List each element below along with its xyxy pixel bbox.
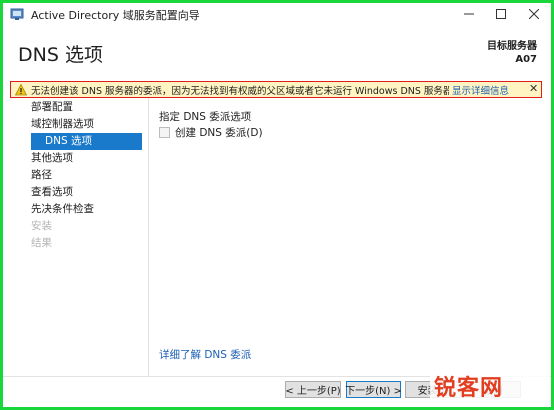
maximize-icon [495,9,506,19]
close-icon [528,9,539,19]
minimize-icon [463,13,474,15]
warning-icon [15,84,27,96]
maximize-button[interactable] [485,3,516,25]
show-details-link[interactable]: 显示详细信息 [452,83,509,97]
sidebar-item-results: 结果 [31,237,52,249]
sidebar-item-additional-options[interactable]: 其他选项 [31,150,73,167]
create-dns-delegation-checkbox[interactable] [159,127,170,138]
warning-banner: 无法创建该 DNS 服务器的委派，因为无法找到有权威的父区域或者它未运行 Win… [10,81,542,98]
next-button[interactable]: 下一步(N) > [345,381,402,398]
warning-close-button[interactable]: ✕ [529,82,538,95]
watermark-text: 锐客网 [434,376,504,401]
target-server-label: 目标服务器 [487,41,537,52]
title-bar: Active Directory 域服务配置向导 [3,3,551,25]
sidebar-item-dns-options[interactable]: DNS 选项 [31,133,142,150]
target-server-name: A07 [515,54,537,65]
minimize-button[interactable] [453,3,484,25]
sidebar-item-dc-options[interactable]: 域控制器选项 [31,116,94,133]
warning-text: 无法创建该 DNS 服务器的委派，因为无法找到有权威的父区域或者它未运行 Win… [31,86,449,97]
page-title: DNS 选项 [18,44,103,66]
learn-more-dns-delegation-link[interactable]: 详细了解 DNS 委派 [159,347,251,362]
section-title: 指定 DNS 委派选项 [159,111,252,123]
previous-button[interactable]: < 上一步(P) [285,381,341,398]
wizard-steps-sidebar: 部署配置 域控制器选项 DNS 选项 其他选项 路径 查看选项 先决条件检查 安… [3,98,148,376]
window-title: Active Directory 域服务配置向导 [31,9,200,22]
create-dns-delegation-label[interactable]: 创建 DNS 委派(D) [175,125,263,140]
sidebar-item-paths[interactable]: 路径 [31,167,52,184]
watermark-logo: 锐客网 [430,368,550,404]
sidebar-item-prerequisites-check[interactable]: 先决条件检查 [31,201,94,218]
wizard-header: DNS 选项 目标服务器 A07 [3,25,551,81]
sidebar-item-deployment-config[interactable]: 部署配置 [31,99,73,116]
target-server-info: 目标服务器 A07 [487,40,537,66]
sidebar-item-review-options[interactable]: 查看选项 [31,184,73,201]
close-button[interactable] [518,3,549,25]
sidebar-item-installation: 安装 [31,220,52,232]
server-icon [10,8,24,20]
wizard-content: 指定 DNS 委派选项 创建 DNS 委派(D) 详细了解 DNS 委派 [148,98,548,376]
